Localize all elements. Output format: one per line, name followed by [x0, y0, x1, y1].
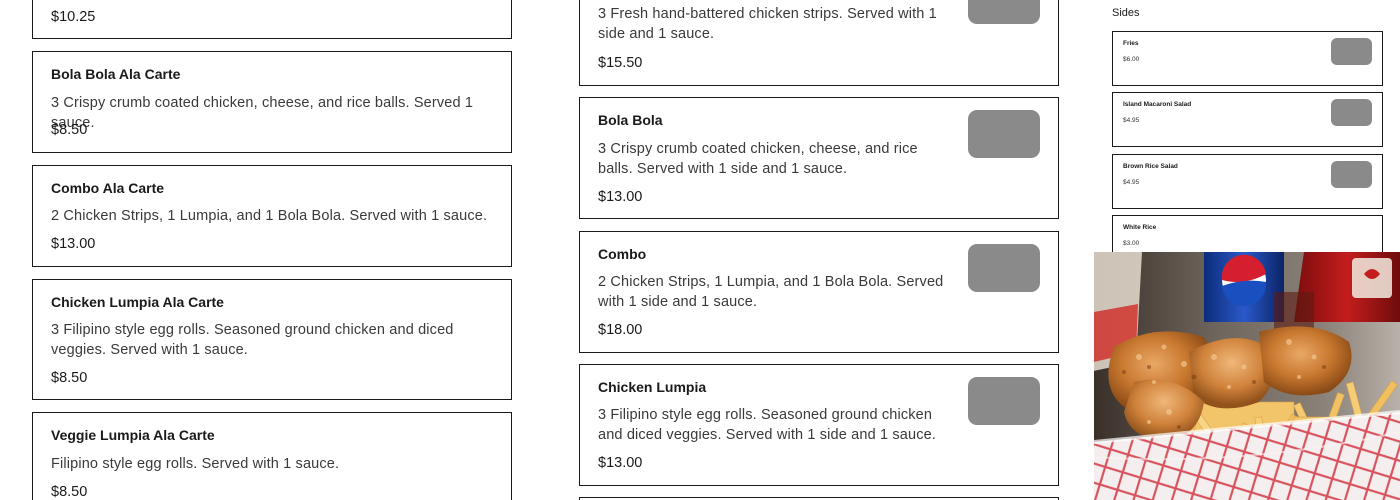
menu-item-card[interactable]: Combo Ala Carte 2 Chicken Strips, 1 Lump… [32, 165, 512, 267]
item-description: 3 Fresh hand-battered chicken strips. Se… [598, 6, 937, 42]
item-price: $13.00 [598, 455, 643, 471]
side-item-image-placeholder [1331, 161, 1372, 188]
menu-item-card[interactable]: Combo 2 Chicken Strips, 1 Lumpia, and 1 … [579, 231, 1059, 353]
menu-item-card[interactable]: Chicken Lumpia 3 Filipino style egg roll… [579, 364, 1059, 486]
item-price: $18.00 [598, 322, 643, 338]
menu-item-card[interactable]: 3 Fresh hand-battered chicken strips. Se… [579, 0, 1059, 86]
side-item-card[interactable]: Island Macaroni Salad $4.95 [1112, 92, 1383, 147]
item-image-placeholder [968, 244, 1040, 292]
side-item-card[interactable]: Fries $6.00 [1112, 31, 1383, 86]
menu-item-card[interactable]: Veggie Lumpia Ala Carte Filipino style e… [32, 412, 512, 500]
item-image-placeholder [968, 0, 1040, 24]
item-image-placeholder [968, 110, 1040, 158]
item-image-placeholder [968, 377, 1040, 425]
menu-item-card[interactable]: $10.25 [32, 0, 512, 39]
item-description: 3 Crispy crumb coated chicken, cheese, a… [598, 141, 918, 177]
food-photo [1094, 252, 1400, 500]
item-price: $13.00 [51, 236, 96, 252]
item-name: Chicken Lumpia Ala Carte [51, 294, 224, 310]
item-name: Combo [598, 246, 647, 262]
side-item-price: $6.00 [1123, 56, 1140, 63]
item-price: $10.25 [51, 9, 96, 25]
side-item-name: Fries [1123, 40, 1139, 47]
item-price: $8.50 [51, 484, 88, 500]
item-price: $8.50 [51, 122, 88, 138]
menu-item-card[interactable]: Bola Bola 3 Crispy crumb coated chicken,… [579, 97, 1059, 219]
item-name: Bola Bola [598, 112, 663, 128]
side-item-name: White Rice [1123, 224, 1157, 231]
item-name: Chicken Lumpia [598, 379, 707, 395]
item-description: 3 Crispy crumb coated chicken, cheese, a… [51, 95, 474, 131]
item-description: 3 Filipino style egg rolls. Seasoned gro… [598, 407, 936, 443]
side-item-card[interactable]: Brown Rice Salad $4.95 [1112, 154, 1383, 209]
menu-page: $10.25 Bola Bola Ala Carte 3 Crispy crum… [0, 0, 1400, 500]
item-description: 2 Chicken Strips, 1 Lumpia, and 1 Bola B… [51, 208, 488, 224]
side-item-image-placeholder [1331, 38, 1372, 65]
menu-item-card[interactable]: Chicken Lumpia Ala Carte 3 Filipino styl… [32, 279, 512, 400]
side-item-price: $4.95 [1123, 179, 1140, 186]
item-name: Veggie Lumpia Ala Carte [51, 427, 215, 443]
sides-heading: Sides [1112, 7, 1140, 19]
side-item-image-placeholder [1331, 99, 1372, 126]
item-description: Filipino style egg rolls. Served with 1 … [51, 456, 340, 472]
item-name: Bola Bola Ala Carte [51, 66, 181, 82]
item-description: 2 Chicken Strips, 1 Lumpia, and 1 Bola B… [598, 274, 944, 310]
menu-item-card[interactable]: Bola Bola Ala Carte 3 Crispy crumb coate… [32, 51, 512, 153]
item-name: Combo Ala Carte [51, 180, 165, 196]
side-item-price: $3.00 [1123, 240, 1140, 247]
item-price: $13.00 [598, 189, 643, 205]
side-item-name: Island Macaroni Salad [1123, 101, 1192, 108]
side-item-price: $4.95 [1123, 117, 1140, 124]
item-description: 3 Filipino style egg rolls. Seasoned gro… [51, 322, 454, 358]
item-price: $15.50 [598, 55, 643, 71]
side-item-name: Brown Rice Salad [1123, 163, 1178, 170]
item-price: $8.50 [51, 370, 88, 386]
